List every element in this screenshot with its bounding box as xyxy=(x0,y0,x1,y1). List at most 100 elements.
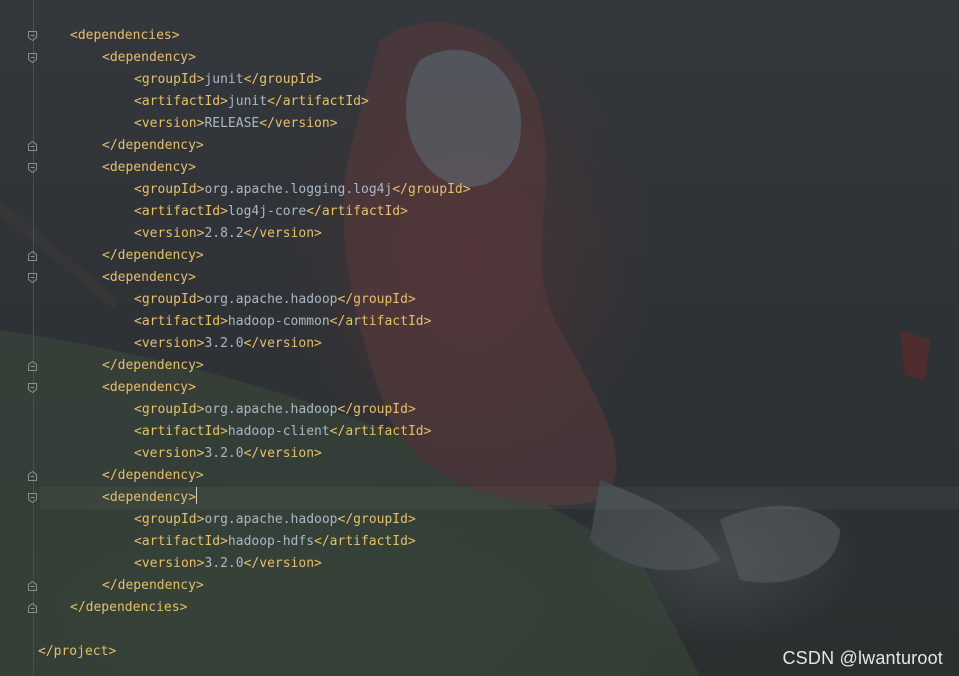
fold-marker-icon[interactable] xyxy=(28,273,37,283)
code-line[interactable]: <dependency> xyxy=(102,157,196,179)
xml-tag: <dependency> xyxy=(102,270,196,285)
code-line[interactable]: <version>RELEASE</version> xyxy=(134,113,338,135)
xml-tag: </dependency> xyxy=(102,138,204,153)
code-line[interactable]: <artifactId>hadoop-client</artifactId> xyxy=(134,421,431,443)
xml-tag: <dependency> xyxy=(102,160,196,175)
xml-tag: </project> xyxy=(38,644,117,659)
code-line[interactable]: <artifactId>junit</artifactId> xyxy=(134,91,369,113)
code-line[interactable]: <dependency> xyxy=(102,487,197,509)
code-line[interactable]: </dependency> xyxy=(102,245,204,267)
xml-tag: </artifactId> xyxy=(329,314,432,329)
xml-text: RELEASE xyxy=(204,116,260,131)
xml-tag: </groupId> xyxy=(243,72,322,87)
xml-tag: </dependency> xyxy=(102,468,204,483)
code-line[interactable]: <version>3.2.0</version> xyxy=(134,333,322,355)
xml-text: hadoop-common xyxy=(227,314,330,329)
code-line[interactable]: <version>3.2.0</version> xyxy=(134,443,322,465)
code-line[interactable]: <groupId>org.apache.logging.log4j</group… xyxy=(134,179,471,201)
xml-text: hadoop-hdfs xyxy=(227,534,315,549)
xml-tag: <groupId> xyxy=(134,182,205,197)
xml-tag: <groupId> xyxy=(134,402,205,417)
fold-marker-icon[interactable] xyxy=(28,53,37,63)
xml-tag: </artifactId> xyxy=(314,534,416,549)
xml-tag: <artifactId> xyxy=(134,94,228,109)
xml-tag: </dependency> xyxy=(102,358,204,373)
fold-marker-icon[interactable] xyxy=(28,163,37,173)
xml-tag: <groupId> xyxy=(134,292,205,307)
code-line[interactable]: <groupId>junit</groupId> xyxy=(134,69,322,91)
xml-tag: </groupId> xyxy=(337,402,416,417)
code-line[interactable]: <groupId>org.apache.hadoop</groupId> xyxy=(134,509,416,531)
xml-text: 3.2.0 xyxy=(204,556,244,571)
xml-text: org.apache.logging.log4j xyxy=(204,182,393,197)
xml-tag: <artifactId> xyxy=(134,204,228,219)
xml-tag: </version> xyxy=(243,556,322,571)
code-line[interactable]: <dependency> xyxy=(102,47,196,69)
code-editor[interactable]: <dependencies> <dependency> <groupId>junit… xyxy=(0,0,959,676)
xml-text: org.apache.hadoop xyxy=(204,292,338,307)
xml-tag: </artifactId> xyxy=(306,204,408,219)
xml-tag: <version> xyxy=(134,336,205,351)
xml-tag: </dependency> xyxy=(102,578,204,593)
xml-text: log4j-core xyxy=(227,204,307,219)
xml-tag: </groupId> xyxy=(337,512,416,527)
fold-marker-icon[interactable] xyxy=(28,361,37,371)
xml-text: junit xyxy=(227,94,268,109)
fold-marker-icon[interactable] xyxy=(28,581,37,591)
xml-tag: </version> xyxy=(243,446,322,461)
code-line[interactable]: <dependencies> xyxy=(70,25,180,47)
fold-marker-icon[interactable] xyxy=(28,603,37,613)
xml-tag: <artifactId> xyxy=(134,534,228,549)
code-line[interactable]: <artifactId>hadoop-common</artifactId> xyxy=(134,311,431,333)
xml-tag: <dependency> xyxy=(102,380,196,395)
xml-text: junit xyxy=(204,72,244,87)
code-line[interactable]: </dependencies> xyxy=(70,597,187,619)
xml-tag: <groupId> xyxy=(134,512,205,527)
fold-marker-icon[interactable] xyxy=(28,383,37,393)
xml-tag: <dependency> xyxy=(102,490,196,505)
xml-text: org.apache.hadoop xyxy=(204,402,338,417)
xml-text: 3.2.0 xyxy=(204,446,244,461)
xml-tag: </version> xyxy=(243,226,322,241)
xml-tag: <dependency> xyxy=(102,50,196,65)
code-line[interactable]: </dependency> xyxy=(102,355,204,377)
xml-tag: <groupId> xyxy=(134,72,205,87)
xml-tag: <dependencies> xyxy=(70,28,180,43)
text-caret xyxy=(195,487,197,504)
code-line[interactable]: <groupId>org.apache.hadoop</groupId> xyxy=(134,289,416,311)
code-line[interactable]: </project> xyxy=(38,641,116,663)
code-line[interactable]: <version>2.8.2</version> xyxy=(134,223,322,245)
xml-tag: </artifactId> xyxy=(329,424,432,439)
xml-tag: </version> xyxy=(259,116,338,131)
code-line[interactable]: </dependency> xyxy=(102,575,204,597)
editor-gutter xyxy=(0,0,40,676)
xml-tag: </groupId> xyxy=(392,182,471,197)
code-line[interactable]: </dependency> xyxy=(102,135,204,157)
fold-marker-icon[interactable] xyxy=(28,493,37,503)
xml-text: hadoop-client xyxy=(227,424,330,439)
watermark: CSDN @lwanturoot xyxy=(782,648,943,668)
xml-text: 2.8.2 xyxy=(204,226,244,241)
code-line[interactable]: <dependency> xyxy=(102,377,196,399)
fold-marker-icon[interactable] xyxy=(28,31,37,41)
fold-marker-icon[interactable] xyxy=(28,141,37,151)
xml-tag: <version> xyxy=(134,226,205,241)
xml-tag: <version> xyxy=(134,116,205,131)
fold-marker-icon[interactable] xyxy=(28,251,37,261)
code-line[interactable]: <version>3.2.0</version> xyxy=(134,553,322,575)
code-line[interactable]: <groupId>org.apache.hadoop</groupId> xyxy=(134,399,416,421)
code-line[interactable]: </dependency> xyxy=(102,465,204,487)
xml-tag: <version> xyxy=(134,446,205,461)
xml-tag: </dependencies> xyxy=(70,600,188,615)
xml-tag: </version> xyxy=(243,336,322,351)
code-line[interactable]: <dependency> xyxy=(102,267,196,289)
xml-text: org.apache.hadoop xyxy=(204,512,338,527)
xml-tag: </artifactId> xyxy=(267,94,369,109)
xml-tag: <artifactId> xyxy=(134,424,228,439)
xml-text: 3.2.0 xyxy=(204,336,244,351)
xml-tag: <version> xyxy=(134,556,205,571)
fold-marker-icon[interactable] xyxy=(28,471,37,481)
gutter-divider xyxy=(33,0,34,676)
code-line[interactable]: <artifactId>log4j-core</artifactId> xyxy=(134,201,408,223)
code-line[interactable]: <artifactId>hadoop-hdfs</artifactId> xyxy=(134,531,416,553)
